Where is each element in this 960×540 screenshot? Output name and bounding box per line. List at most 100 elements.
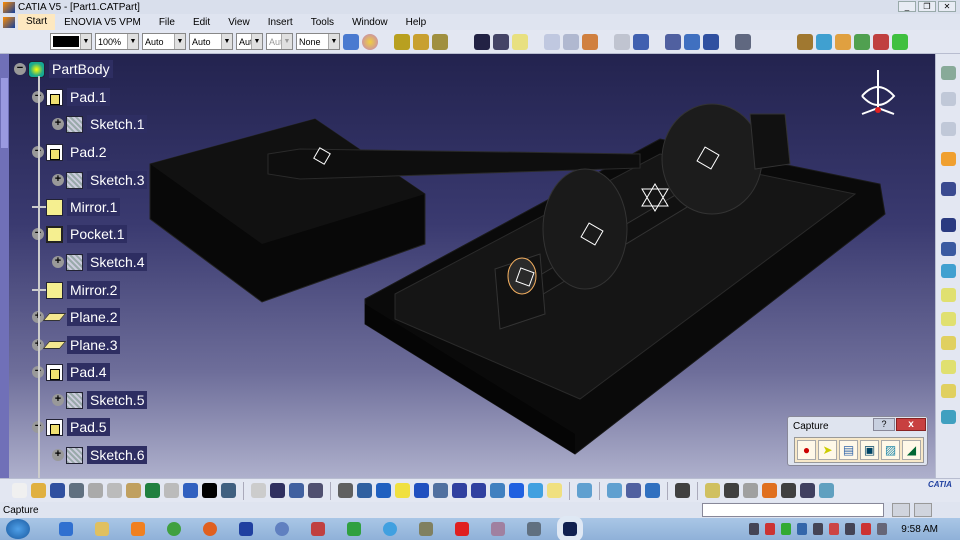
apply-material-icon[interactable] xyxy=(582,33,598,50)
multi-view-icon[interactable] xyxy=(471,483,486,498)
undo-icon[interactable] xyxy=(145,483,160,498)
app-icon-8[interactable] xyxy=(527,522,541,536)
tray-icon-2[interactable] xyxy=(765,523,776,535)
tree-node[interactable]: Mirror.2 xyxy=(32,280,121,300)
linetype-select[interactable]: Auto ▼ xyxy=(142,33,186,50)
catia-taskbar-icon[interactable] xyxy=(557,516,583,540)
select-arrow-icon[interactable] xyxy=(941,152,956,166)
constraint-icon[interactable] xyxy=(633,33,649,50)
expand-icon[interactable]: + xyxy=(52,394,64,406)
axis-icon[interactable] xyxy=(743,483,758,498)
point-icon[interactable] xyxy=(474,33,490,50)
command-input[interactable] xyxy=(702,503,884,517)
measure-item-icon[interactable] xyxy=(563,33,579,50)
manual-update-icon[interactable] xyxy=(432,33,448,50)
app-icon-3[interactable] xyxy=(311,522,325,536)
catalog-icon[interactable] xyxy=(614,33,630,50)
app-icon-4[interactable] xyxy=(347,522,361,536)
table-icon[interactable] xyxy=(251,483,266,498)
tray-icon-6[interactable] xyxy=(829,523,840,535)
action-center-icon[interactable] xyxy=(861,523,872,535)
update-icon[interactable] xyxy=(413,33,429,50)
tray-icon-3[interactable] xyxy=(781,523,792,535)
print-icon[interactable] xyxy=(69,483,84,498)
expand-icon[interactable]: + xyxy=(52,174,64,186)
close-button[interactable]: ✕ xyxy=(938,1,956,12)
tree-scrollbar[interactable] xyxy=(0,54,9,478)
tree-expand-icon[interactable] xyxy=(270,483,285,498)
capture-icon[interactable] xyxy=(675,483,690,498)
select-icon[interactable] xyxy=(735,33,751,50)
pad-tool-icon[interactable] xyxy=(941,218,956,232)
tree-node-label[interactable]: Sketch.1 xyxy=(87,115,148,133)
ati-icon[interactable] xyxy=(455,522,469,536)
copy-icon[interactable] xyxy=(107,483,122,498)
swap-icon[interactable] xyxy=(873,33,889,50)
measure-inertia-icon[interactable] xyxy=(645,483,660,498)
volume-icon[interactable] xyxy=(877,523,888,535)
linetype2-select[interactable]: Aut ▼ xyxy=(266,33,293,50)
line-icon[interactable] xyxy=(493,33,509,50)
menu-window[interactable]: Window xyxy=(343,17,397,28)
app-icon-7[interactable] xyxy=(491,522,505,536)
hide-show-icon[interactable] xyxy=(854,33,870,50)
tree-node-label[interactable]: Plane.3 xyxy=(67,336,121,354)
shading-icon[interactable] xyxy=(509,483,524,498)
rotate-icon[interactable] xyxy=(395,483,410,498)
tree-node-label[interactable]: Mirror.1 xyxy=(67,198,121,216)
layer-select[interactable]: None ▼ xyxy=(296,33,340,50)
isometric-view-icon[interactable] xyxy=(490,483,505,498)
save-icon[interactable] xyxy=(50,483,65,498)
record-icon[interactable]: ● xyxy=(797,440,816,460)
reframe-icon[interactable] xyxy=(705,483,720,498)
app-icon-5[interactable] xyxy=(383,522,397,536)
zoom-out-icon[interactable] xyxy=(433,483,448,498)
minimize-button[interactable]: _ xyxy=(898,1,916,12)
select-mode-icon[interactable]: ➤ xyxy=(818,440,837,460)
render-shading-icon[interactable] xyxy=(797,33,813,50)
fly-icon[interactable] xyxy=(338,483,353,498)
pan-icon[interactable] xyxy=(376,483,391,498)
open-icon[interactable] xyxy=(31,483,46,498)
tool2-icon[interactable] xyxy=(941,122,956,136)
command-button-2[interactable] xyxy=(914,503,932,517)
tree-node[interactable]: +Plane.3 xyxy=(32,335,121,355)
vertical-icon[interactable] xyxy=(800,483,815,498)
collapse-icon[interactable]: − xyxy=(14,63,26,75)
tree-node[interactable]: + Sketch.5 xyxy=(52,390,148,410)
normal-view-icon[interactable] xyxy=(452,483,467,498)
tray-icon-5[interactable] xyxy=(813,523,824,535)
restore-button[interactable]: ❐ xyxy=(918,1,936,12)
stiffener-tool-icon[interactable] xyxy=(941,312,956,326)
paste-icon[interactable] xyxy=(126,483,141,498)
album-icon[interactable]: ▨ xyxy=(881,440,900,460)
plane-tool-icon[interactable] xyxy=(512,33,528,50)
analysis-icon[interactable] xyxy=(665,33,681,50)
loft-tool-icon[interactable] xyxy=(941,336,956,350)
menu-enovia[interactable]: ENOVIA V5 VPM xyxy=(55,17,150,28)
tree-node-label[interactable]: Pad.4 xyxy=(67,363,110,381)
expand-icon[interactable]: + xyxy=(52,256,64,268)
command-button-1[interactable] xyxy=(892,503,910,517)
tree-node-label[interactable]: Sketch.5 xyxy=(87,391,148,409)
menu-insert[interactable]: Insert xyxy=(259,17,302,28)
part-design-icon[interactable] xyxy=(394,33,410,50)
view-mode-icon[interactable] xyxy=(816,33,832,50)
cylinder-icon[interactable] xyxy=(781,483,796,498)
tree-node[interactable]: + Sketch.1 xyxy=(52,114,148,134)
tray-icon-4[interactable] xyxy=(797,523,808,535)
tree-node-label[interactable]: Sketch.6 xyxy=(87,446,148,464)
tree-node-label[interactable]: Pad.1 xyxy=(67,88,110,106)
app-icon-6[interactable] xyxy=(419,522,433,536)
zoom-in-icon[interactable] xyxy=(414,483,429,498)
new-icon[interactable] xyxy=(12,483,27,498)
tree-node-label[interactable]: Pad.5 xyxy=(67,418,110,436)
capture-screen-icon[interactable]: ▣ xyxy=(860,440,879,460)
knowledge-icon[interactable] xyxy=(221,483,236,498)
fit-all-icon[interactable] xyxy=(357,483,372,498)
swap-visible-icon[interactable] xyxy=(547,483,562,498)
3d-viewport[interactable]: − PartBody −Pad.1 + Sketch.1 −Pad.2 + Sketch.3 M… xyxy=(0,54,935,478)
tray-icon-1[interactable] xyxy=(749,523,760,535)
draw-icon[interactable]: ◢ xyxy=(902,440,921,460)
firefox-icon[interactable] xyxy=(203,522,217,536)
